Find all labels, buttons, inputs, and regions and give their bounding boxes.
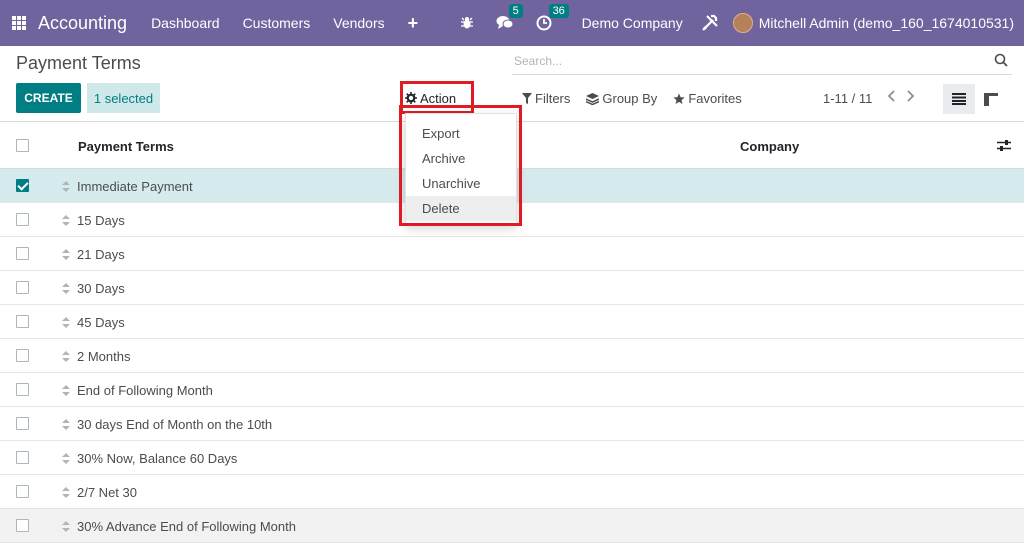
favorites-label: Favorites — [688, 91, 742, 106]
list-view-button[interactable] — [943, 84, 975, 114]
group-by-button[interactable]: Group By — [586, 91, 657, 106]
filters-label: Filters — [535, 91, 571, 106]
row-checkbox[interactable] — [16, 179, 29, 192]
pager-value[interactable]: 1-11 / 11 — [823, 91, 872, 106]
select-all-checkbox[interactable] — [16, 139, 29, 152]
drag-handle-icon[interactable] — [62, 180, 70, 195]
payment-term-name: 2 Months — [77, 349, 131, 364]
menu-item-unarchive[interactable]: Unarchive — [406, 171, 516, 196]
table-row[interactable]: 30 days End of Month on the 10th — [0, 407, 1024, 441]
drag-handle-icon[interactable] — [62, 520, 70, 535]
filters-button[interactable]: Filters — [522, 91, 570, 106]
row-checkbox[interactable] — [16, 349, 29, 362]
column-header-company[interactable]: Company — [740, 139, 799, 154]
row-checkbox[interactable] — [16, 519, 29, 532]
page-title: Payment Terms — [16, 53, 141, 73]
drag-handle-icon[interactable] — [62, 282, 70, 297]
drag-handle-icon[interactable] — [62, 248, 70, 263]
column-header-payment-terms[interactable]: Payment Terms — [78, 139, 174, 154]
row-checkbox[interactable] — [16, 247, 29, 260]
drag-handle-icon[interactable] — [62, 452, 70, 467]
pager-previous-icon[interactable] — [887, 90, 895, 105]
user-avatar[interactable] — [732, 13, 753, 33]
menu-customers[interactable]: Customers — [243, 15, 311, 31]
payment-term-name: 30% Advance End of Following Month — [77, 519, 296, 534]
drag-handle-icon[interactable] — [62, 486, 70, 501]
menu-vendors[interactable]: Vendors — [333, 15, 384, 31]
kanban-view-button[interactable] — [980, 84, 1002, 114]
user-menu[interactable]: Mitchell Admin (demo_160_1674010531) — [759, 15, 1014, 31]
row-checkbox[interactable] — [16, 383, 29, 396]
menu-more-plus[interactable]: + — [408, 13, 419, 34]
filter-icon — [522, 93, 532, 104]
tools-icon[interactable] — [701, 14, 719, 32]
menu-item-export[interactable]: Export — [406, 121, 516, 146]
payment-term-name: 45 Days — [77, 315, 125, 330]
table-row[interactable]: 2/7 Net 30 — [0, 475, 1024, 509]
company-switcher[interactable]: Demo Company — [582, 15, 683, 31]
pager-next-icon[interactable] — [907, 90, 915, 105]
payment-term-name: End of Following Month — [77, 383, 213, 398]
list-icon — [952, 93, 966, 105]
table-row[interactable]: End of Following Month — [0, 373, 1024, 407]
group-by-label: Group By — [602, 91, 658, 106]
table-row[interactable]: 30% Now, Balance 60 Days — [0, 441, 1024, 475]
drag-handle-icon[interactable] — [62, 350, 70, 365]
row-checkbox[interactable] — [16, 417, 29, 430]
search-options: Filters Group By Favorites — [522, 91, 758, 106]
drag-handle-icon[interactable] — [62, 214, 70, 229]
messages-count-badge: 5 — [508, 4, 523, 18]
kanban-icon — [984, 92, 998, 106]
row-checkbox[interactable] — [16, 485, 29, 498]
navbar-systray: 5 36 Demo Company Mitchell Admin (demo_1… — [460, 0, 1024, 46]
star-icon — [673, 93, 685, 104]
payment-term-name: 21 Days — [77, 247, 125, 262]
menu-item-delete[interactable]: Delete — [406, 196, 516, 221]
payment-term-name: 30% Now, Balance 60 Days — [77, 451, 238, 466]
table-row[interactable]: 30 Days — [0, 271, 1024, 305]
payment-term-name: 30 Days — [77, 281, 125, 296]
favorites-button[interactable]: Favorites — [673, 91, 742, 106]
app-name[interactable]: Accounting — [38, 13, 127, 34]
payment-term-name: 2/7 Net 30 — [77, 485, 137, 500]
row-checkbox[interactable] — [16, 213, 29, 226]
drag-handle-icon[interactable] — [62, 316, 70, 331]
activities-clock-icon[interactable]: 36 — [536, 4, 569, 31]
payment-term-name: 15 Days — [77, 213, 125, 228]
table-row[interactable]: 21 Days — [0, 237, 1024, 271]
search-bar — [512, 50, 1012, 75]
messages-icon[interactable]: 5 — [496, 4, 523, 31]
drag-handle-icon[interactable] — [62, 384, 70, 399]
pager-arrows — [887, 90, 915, 105]
table-row[interactable]: 30% Advance End of Following Month — [0, 509, 1024, 543]
top-navbar: Accounting Dashboard Customers Vendors +… — [0, 0, 1024, 46]
payment-term-name: 30 days End of Month on the 10th — [77, 417, 273, 432]
activities-count-badge: 36 — [548, 4, 569, 18]
debug-bug-icon[interactable] — [460, 16, 474, 30]
row-checkbox[interactable] — [16, 315, 29, 328]
table-row[interactable]: 2 Months — [0, 339, 1024, 373]
apps-menu-icon[interactable] — [12, 16, 26, 30]
optional-columns-icon[interactable] — [997, 139, 1011, 155]
create-button[interactable]: CREATE — [16, 83, 81, 113]
menu-dashboard[interactable]: Dashboard — [151, 15, 220, 31]
row-checkbox[interactable] — [16, 451, 29, 464]
payment-term-name: Immediate Payment — [77, 179, 193, 194]
action-dropdown-menu: Export Archive Unarchive Delete — [405, 113, 517, 224]
selected-count-badge[interactable]: 1 selected — [87, 83, 160, 113]
drag-handle-icon[interactable] — [62, 418, 70, 433]
action-highlight-box — [400, 81, 474, 114]
search-input[interactable] — [512, 50, 972, 72]
layers-icon — [586, 92, 600, 105]
menu-item-archive[interactable]: Archive — [406, 146, 516, 171]
table-row[interactable]: 45 Days — [0, 305, 1024, 339]
search-icon[interactable] — [994, 53, 1008, 70]
row-checkbox[interactable] — [16, 281, 29, 294]
